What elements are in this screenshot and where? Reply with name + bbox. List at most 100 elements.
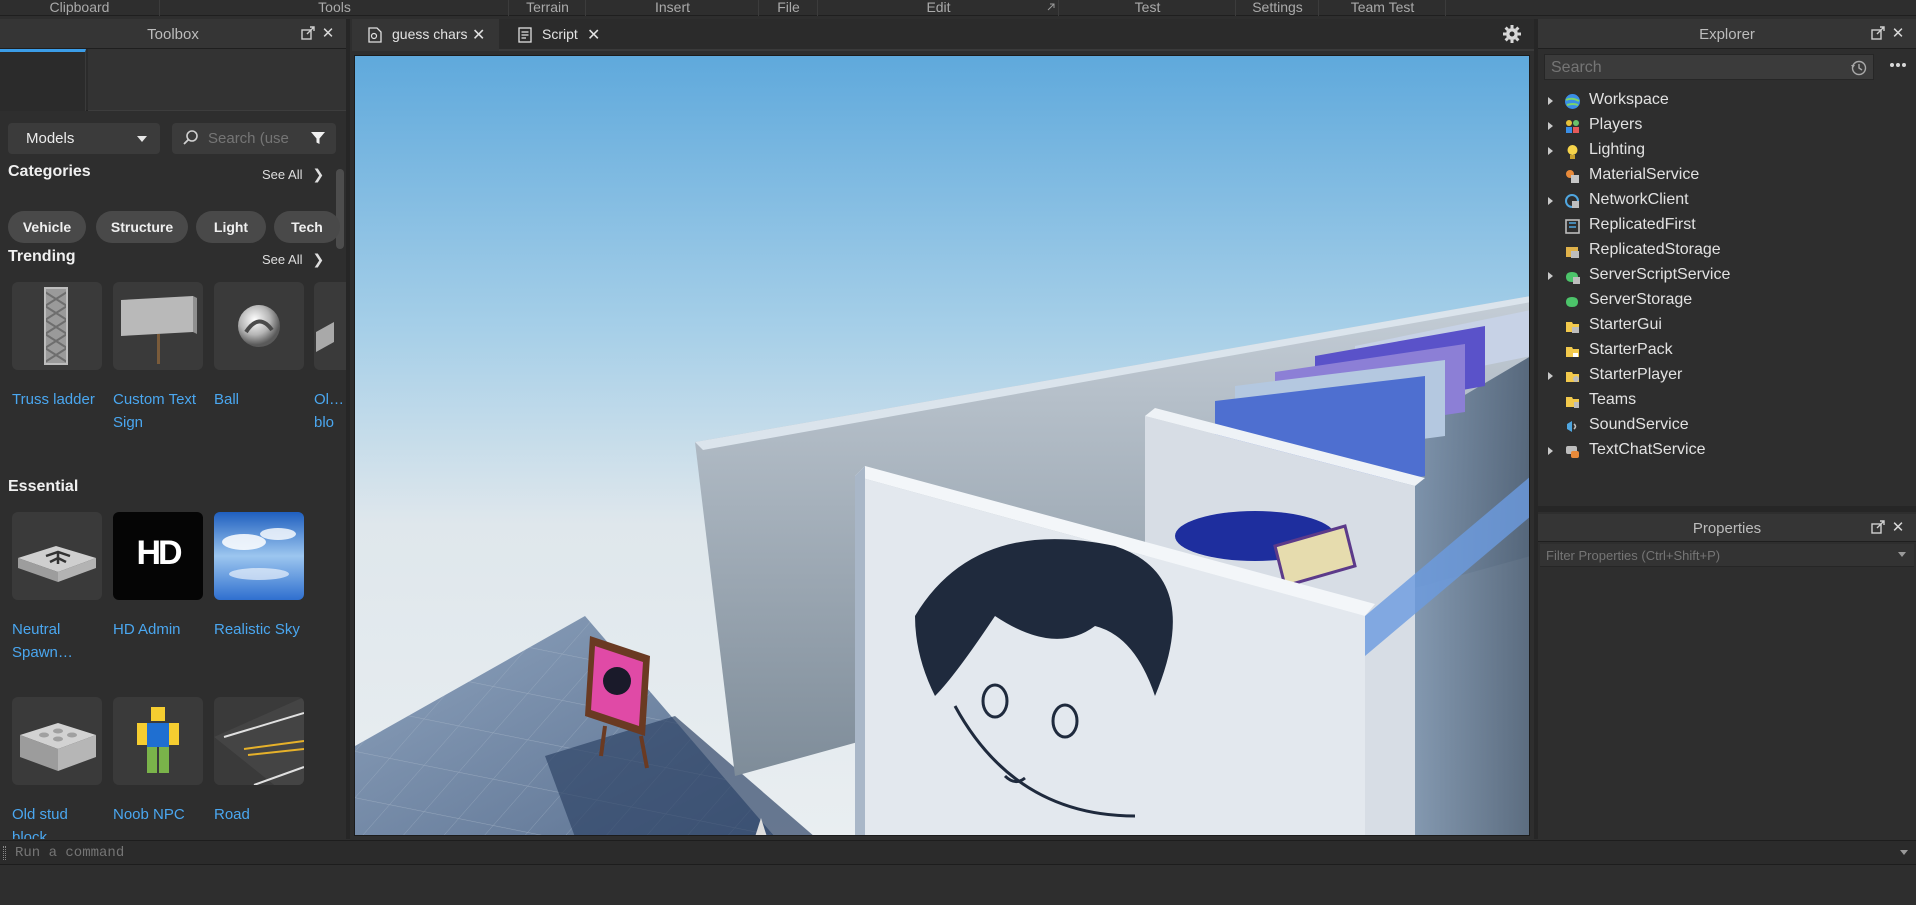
expand-arrow-icon[interactable] [1548, 272, 1553, 280]
explorer-item-starterplayer[interactable]: StarterPlayer [1538, 364, 1916, 389]
explorer-item-replicatedfirst[interactable]: ReplicatedFirst [1538, 214, 1916, 239]
explorer-search-input[interactable] [1551, 58, 1791, 77]
toolbox-search[interactable] [172, 123, 336, 154]
undock-icon[interactable] [1870, 520, 1886, 536]
toolbox-splitter[interactable] [346, 19, 350, 839]
explorer-item-label: StarterPack [1589, 341, 1673, 358]
explorer-item-label: StarterPlayer [1589, 366, 1683, 383]
explorer-item-lighting[interactable]: Lighting [1538, 139, 1916, 164]
expand-arrow-icon[interactable] [1548, 447, 1553, 455]
explorer-item-workspace[interactable]: Workspace [1538, 89, 1916, 114]
asset-old-block-partial[interactable]: Ol… blo [314, 282, 346, 434]
trending-see-all-link[interactable]: See All ❯ [262, 251, 324, 268]
ribbon-group-terrain[interactable]: Terrain [510, 0, 586, 16]
command-input[interactable] [15, 844, 615, 862]
explorer-properties-splitter[interactable] [1538, 506, 1916, 512]
undock-icon[interactable] [1870, 26, 1886, 42]
explorer-item-label: Players [1589, 116, 1643, 133]
explorer-item-textchatservice[interactable]: TextChatService [1538, 439, 1916, 464]
toolbox-tab-marketplace[interactable] [0, 49, 86, 111]
filter-icon[interactable] [310, 130, 326, 146]
explorer-item-label: ReplicatedFirst [1589, 216, 1696, 233]
close-icon[interactable]: ✕ [587, 25, 600, 45]
tab-guess-chars[interactable]: guess chars ✕ [352, 19, 499, 51]
ribbon-group-file[interactable]: File [760, 0, 818, 16]
ribbon-group-test[interactable]: Test [1060, 0, 1236, 16]
asset-road[interactable]: Road [214, 697, 304, 826]
explorer-item-serverscriptservice[interactable]: ServerScriptService [1538, 264, 1916, 289]
category-chip-tech[interactable]: Tech [274, 211, 340, 243]
drag-handle[interactable] [3, 846, 6, 860]
network-client-icon [1565, 194, 1579, 208]
expand-arrow-icon[interactable] [1548, 197, 1553, 205]
explorer-item-label: TextChatService [1589, 441, 1706, 458]
asset-truss-ladder[interactable]: Truss ladder [12, 282, 102, 411]
expand-arrow-icon[interactable] [1548, 97, 1553, 105]
undock-icon[interactable] [300, 26, 316, 42]
toolbox-scrollbar[interactable] [336, 169, 344, 249]
explorer-item-soundservice[interactable]: SoundService [1538, 414, 1916, 439]
noob-npc-thumbnail [113, 697, 203, 785]
explorer-item-label: ReplicatedStorage [1589, 241, 1721, 258]
toolbox-controls: Models [0, 111, 346, 163]
expand-arrow-icon[interactable] [1548, 372, 1553, 380]
category-chip-structure[interactable]: Structure [96, 211, 188, 243]
asset-hd-admin[interactable]: HD HD Admin [113, 512, 203, 641]
tab-script[interactable]: Script ✕ [502, 19, 612, 51]
tab-label: Script [542, 26, 578, 42]
ribbon-group-edit[interactable]: Edit [819, 0, 1059, 16]
road-thumbnail [214, 697, 304, 785]
explorer-item-label: StarterGui [1589, 316, 1662, 333]
gear-icon[interactable] [1502, 24, 1522, 44]
explorer-item-serverstorage[interactable]: ServerStorage [1538, 289, 1916, 314]
ribbon-group-tools[interactable]: Tools [161, 0, 509, 16]
explorer-item-networkclient[interactable]: NetworkClient [1538, 189, 1916, 214]
explorer-item-replicatedstorage[interactable]: ReplicatedStorage [1538, 239, 1916, 264]
3d-viewport[interactable] [354, 55, 1530, 836]
chevron-down-icon[interactable] [1898, 552, 1906, 557]
close-icon[interactable]: ✕ [1890, 520, 1906, 536]
history-icon[interactable] [1850, 59, 1867, 76]
chevron-down-icon[interactable] [1900, 850, 1908, 855]
asset-neutral-spawn[interactable]: Neutral Spawn… [12, 512, 102, 664]
expand-arrow-icon[interactable] [1548, 147, 1553, 155]
asset-type-dropdown[interactable]: Models [8, 123, 160, 154]
explorer-item-teams[interactable]: Teams [1538, 389, 1916, 414]
properties-filter[interactable] [1540, 544, 1914, 567]
category-chip-vehicle[interactable]: Vehicle [8, 211, 86, 243]
categories-see-all-link[interactable]: See All ❯ [262, 166, 324, 183]
properties-title: Properties [1692, 520, 1762, 537]
category-chip-light[interactable]: Light [196, 211, 266, 243]
explorer-item-label: Lighting [1589, 141, 1646, 158]
expand-arrow-icon[interactable] [1548, 122, 1553, 130]
explorer-search[interactable] [1544, 54, 1874, 80]
asset-realistic-sky[interactable]: Realistic Sky [214, 512, 304, 641]
ribbon-group-clipboard[interactable]: Clipboard [0, 0, 160, 16]
truss-ladder-thumbnail [12, 282, 102, 370]
ribbon-group-insert[interactable]: Insert [587, 0, 759, 16]
explorer-item-players[interactable]: Players [1538, 114, 1916, 139]
ribbon-group-settings[interactable]: Settings [1237, 0, 1319, 16]
place-file-icon [368, 27, 382, 43]
asset-ball[interactable]: Ball [214, 282, 304, 411]
explorer-item-starterpack[interactable]: StarterPack [1538, 339, 1916, 364]
explorer-item-materialservice[interactable]: MaterialService [1538, 164, 1916, 189]
toolbox-search-input[interactable] [208, 127, 298, 149]
explorer-item-label: Teams [1589, 391, 1637, 408]
asset-name: Road [214, 806, 250, 823]
close-icon[interactable]: ✕ [1890, 26, 1906, 42]
asset-old-stud-block[interactable]: Old stud block [12, 697, 102, 839]
ribbon-group-team-test[interactable]: Team Test [1320, 0, 1446, 16]
asset-name: Custom Text Sign [113, 391, 197, 431]
close-icon[interactable]: ✕ [320, 26, 336, 42]
properties-filter-input[interactable] [1546, 547, 1876, 564]
server-script-service-icon [1566, 272, 1580, 284]
toolbox-tabs [0, 49, 346, 111]
more-options-icon[interactable] [1887, 54, 1909, 76]
toolbox-tab-inventory[interactable] [88, 49, 346, 111]
asset-custom-text-sign[interactable]: Custom Text Sign [113, 282, 203, 434]
close-icon[interactable]: ✕ [472, 25, 485, 45]
edit-expand-icon[interactable] [1047, 3, 1055, 11]
asset-noob-npc[interactable]: Noob NPC [113, 697, 203, 826]
explorer-item-startergui[interactable]: StarterGui [1538, 314, 1916, 339]
